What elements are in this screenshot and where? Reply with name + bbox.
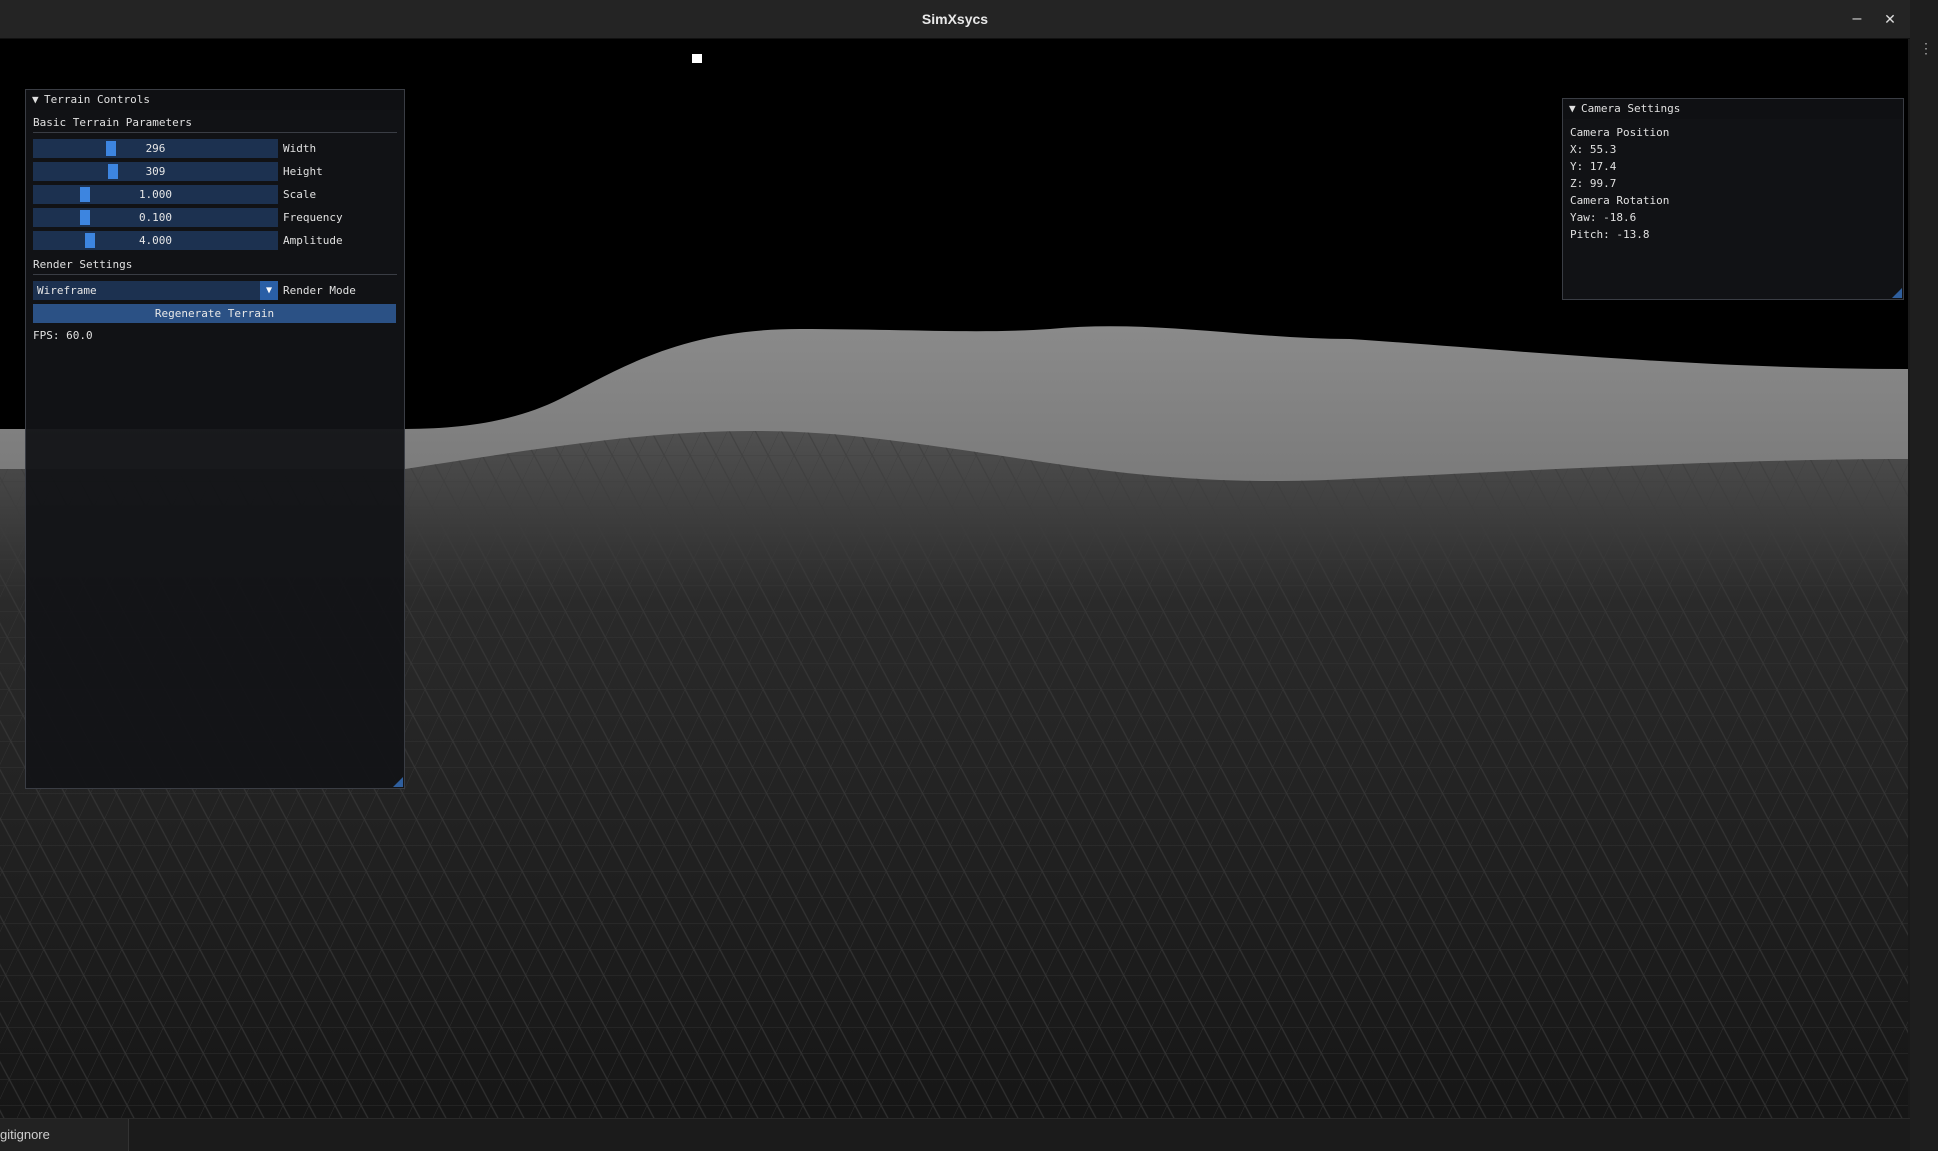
- status-bar: gitignore: [0, 1118, 1910, 1151]
- terrain-controls-title: Terrain Controls: [44, 93, 150, 106]
- camera-settings-header[interactable]: ▼ Camera Settings: [1563, 99, 1903, 119]
- title-bar: SimXsycs – ✕: [0, 0, 1910, 39]
- render-mode-dropdown[interactable]: Wireframe ▼: [33, 281, 278, 300]
- slider-label: Amplitude: [283, 234, 343, 247]
- render-settings-section-label: Render Settings: [33, 258, 133, 271]
- amplitude-slider[interactable]: 4.000: [33, 231, 278, 250]
- window-title: SimXsycs: [921, 11, 989, 27]
- slider-label: Height: [283, 165, 323, 178]
- scale-slider[interactable]: 1.000: [33, 185, 278, 204]
- close-button[interactable]: ✕: [1880, 9, 1900, 29]
- camera-settings-panel[interactable]: ▼ Camera Settings Camera Position X: 55.3…: [1562, 98, 1904, 300]
- chevron-down-icon[interactable]: ▼: [260, 281, 278, 300]
- right-side-strip: ⋮: [1910, 0, 1938, 1150]
- slider-row-amplitude: 4.000 Amplitude: [26, 229, 404, 252]
- render-mode-value: Wireframe: [37, 284, 97, 297]
- fps-readout: FPS: 60.0: [33, 329, 93, 342]
- render-mode-label: Render Mode: [283, 284, 356, 297]
- frequency-slider[interactable]: 0.100: [33, 208, 278, 227]
- regenerate-terrain-button[interactable]: Regenerate Terrain: [33, 304, 396, 323]
- section-divider: [33, 274, 397, 275]
- resize-grip-icon[interactable]: [393, 777, 403, 787]
- collapse-triangle-icon[interactable]: ▼: [32, 90, 44, 110]
- camera-pitch-value: Pitch: -13.8: [1570, 228, 1650, 241]
- camera-rotation-label: Camera Rotation: [1570, 194, 1670, 207]
- slider-row-height: 309 Height: [26, 160, 404, 183]
- camera-y-value: Y: 17.4: [1570, 160, 1617, 173]
- width-slider[interactable]: 296: [33, 139, 278, 158]
- terrain-viewport[interactable]: ▼ Terrain Controls Basic Terrain Paramete…: [0, 39, 1908, 1118]
- slider-row-frequency: 0.100 Frequency: [26, 206, 404, 229]
- minimize-button[interactable]: –: [1847, 9, 1867, 29]
- camera-z-value: Z: 99.7: [1570, 177, 1617, 190]
- camera-settings-title: Camera Settings: [1581, 102, 1681, 115]
- terrain-controls-header[interactable]: ▼ Terrain Controls: [26, 90, 404, 110]
- mouse-cursor-icon: [692, 54, 702, 63]
- camera-position-label: Camera Position: [1570, 126, 1670, 139]
- slider-label: Width: [283, 142, 317, 155]
- slider-value: 309: [145, 165, 166, 178]
- camera-yaw-value: Yaw: -18.6: [1570, 211, 1637, 224]
- section-divider: [33, 132, 397, 133]
- slider-value: 0.100: [138, 211, 173, 224]
- file-tab[interactable]: gitignore: [0, 1119, 129, 1151]
- slider-value: 4.000: [138, 234, 173, 247]
- slider-row-scale: 1.000 Scale: [26, 183, 404, 206]
- slider-label: Frequency: [283, 211, 343, 224]
- collapse-triangle-icon[interactable]: ▼: [1569, 99, 1581, 119]
- slider-value: 296: [145, 142, 166, 155]
- terrain-controls-panel[interactable]: ▼ Terrain Controls Basic Terrain Paramete…: [25, 89, 405, 789]
- slider-value: 1.000: [138, 188, 173, 201]
- overflow-menu-icon[interactable]: ⋮: [1919, 40, 1933, 57]
- resize-grip-icon[interactable]: [1892, 288, 1902, 298]
- slider-row-width: 296 Width: [26, 137, 404, 160]
- height-slider[interactable]: 309: [33, 162, 278, 181]
- basic-terrain-section-label: Basic Terrain Parameters: [33, 116, 192, 129]
- camera-x-value: X: 55.3: [1570, 143, 1617, 156]
- slider-label: Scale: [283, 188, 317, 201]
